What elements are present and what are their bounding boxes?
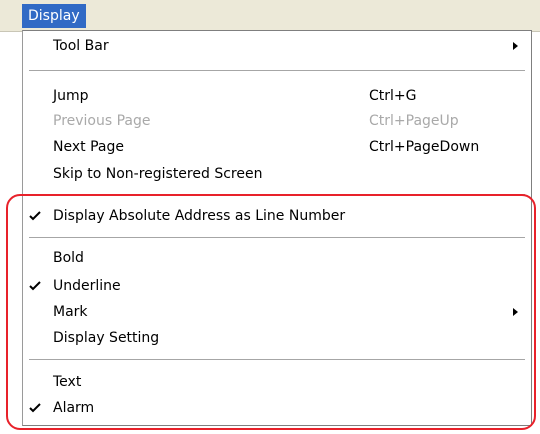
checkmark-icon	[29, 395, 45, 421]
menu-separator	[29, 359, 525, 361]
menu-item-shortcut: Ctrl+PageDown	[369, 139, 480, 155]
checkmark-icon	[29, 273, 45, 299]
menu-item-label: Tool Bar	[53, 38, 109, 54]
menubar: Display	[0, 0, 540, 32]
menu-item-label: Jump	[53, 88, 89, 104]
menu-item-display-absolute-address[interactable]: Display Absolute Address as Line Number	[23, 203, 531, 229]
menu-item-bold[interactable]: Bold	[23, 245, 531, 271]
submenu-arrow-icon	[513, 42, 518, 50]
menu-item-label: Alarm	[53, 400, 95, 416]
menu-item-label: Underline	[53, 278, 121, 294]
submenu-arrow-icon	[513, 308, 518, 316]
menu-item-label: Skip to Non-registered Screen	[53, 166, 263, 182]
menu-item-label: Display Setting	[53, 330, 160, 346]
menu-item-label: Display Absolute Address as Line Number	[53, 208, 346, 224]
menu-item-shortcut: Ctrl+PageUp	[369, 113, 459, 129]
display-menu: Tool Bar Jump Ctrl+G Previous Page Ctrl+…	[22, 30, 532, 426]
menu-item-label: Text	[53, 374, 82, 390]
menu-item-label: Next Page	[53, 139, 124, 155]
menu-item-skip-non-registered[interactable]: Skip to Non-registered Screen	[23, 161, 531, 187]
menu-item-label: Mark	[53, 304, 88, 320]
menu-item-text[interactable]: Text	[23, 369, 531, 395]
menu-item-label: Bold	[53, 250, 84, 266]
menu-item-next-page[interactable]: Next Page Ctrl+PageDown	[23, 134, 531, 160]
menu-item-display-setting[interactable]: Display Setting	[23, 325, 531, 351]
menu-item-underline[interactable]: Underline	[23, 273, 531, 299]
menu-item-alarm[interactable]: Alarm	[23, 395, 531, 421]
menu-item-jump[interactable]: Jump Ctrl+G	[23, 83, 531, 109]
menu-display[interactable]: Display	[22, 4, 86, 28]
menu-separator	[29, 70, 525, 72]
checkmark-icon	[29, 203, 45, 229]
menu-item-shortcut: Ctrl+G	[369, 88, 417, 104]
menu-separator	[29, 194, 525, 196]
menu-item-mark[interactable]: Mark	[23, 299, 531, 325]
menu-separator	[29, 237, 525, 239]
menu-item-label: Previous Page	[53, 113, 151, 129]
menu-item-previous-page: Previous Page Ctrl+PageUp	[23, 108, 531, 134]
menu-item-tool-bar[interactable]: Tool Bar	[23, 33, 531, 59]
